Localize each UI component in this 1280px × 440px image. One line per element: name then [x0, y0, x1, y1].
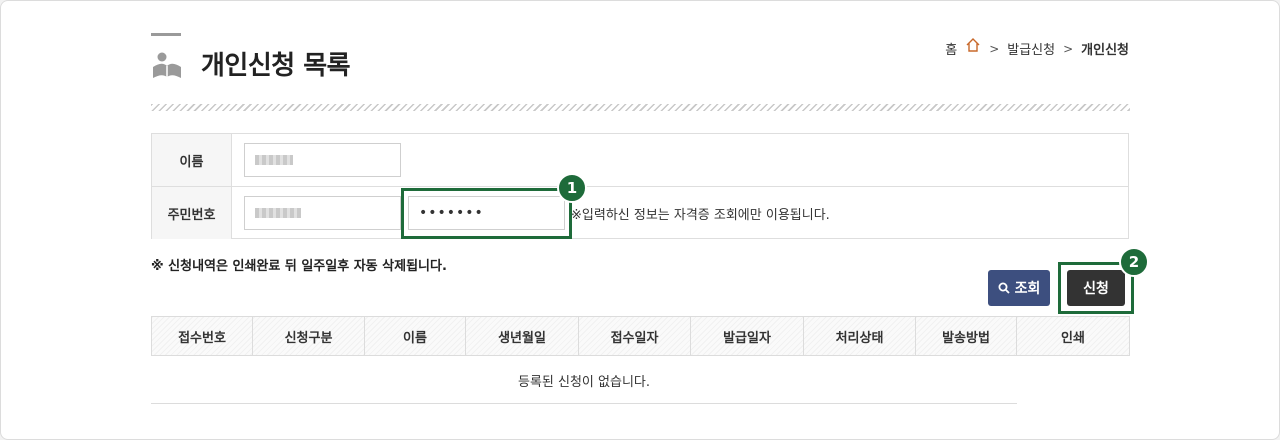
- breadcrumb: 홈 > 발급신청 > 개인신청: [945, 37, 1129, 58]
- reading-person-icon: [153, 52, 181, 78]
- home-icon[interactable]: [965, 37, 981, 53]
- column-header: 발송방법: [916, 317, 1017, 355]
- blurred-name-value: [255, 155, 293, 165]
- chevron-right-icon: >: [989, 41, 1000, 56]
- hatched-divider: [151, 104, 1130, 111]
- name-label: 이름: [152, 134, 232, 186]
- column-header: 접수일자: [579, 317, 691, 355]
- step2-badge: 2: [1119, 247, 1149, 277]
- column-header: 인쇄: [1061, 330, 1085, 346]
- column-header: 처리상태: [804, 317, 916, 355]
- search-icon: [998, 282, 1010, 294]
- search-button-label: 조회: [1014, 281, 1041, 297]
- name-input[interactable]: [244, 143, 401, 177]
- rrn-label: 주민번호: [152, 187, 232, 239]
- name-row: 이름: [152, 134, 1128, 187]
- search-button[interactable]: 조회: [988, 270, 1050, 306]
- auto-delete-notice: ※ 신청내역은 인쇄완료 뒤 일주일후 자동 삭제됩니다.: [151, 259, 447, 274]
- page-frame: 개인신청 목록 홈 > 발급신청 > 개인신청 이름 주민번호 ••••••• …: [0, 0, 1280, 440]
- rrn-privacy-notice: ※입력하신 정보는 자격증 조회에만 이용됩니다.: [571, 208, 830, 223]
- page-title: 개인신청 목록: [201, 51, 351, 81]
- breadcrumb-current: 개인신청: [1081, 43, 1129, 58]
- breadcrumb-home[interactable]: 홈: [945, 39, 957, 58]
- breadcrumb-parent[interactable]: 발급신청: [1007, 39, 1055, 58]
- title-accent-bar: [151, 33, 181, 36]
- column-header: 접수번호: [152, 317, 253, 355]
- applicant-form: 이름 주민번호 •••••••: [151, 133, 1129, 239]
- step1-highlight-box: [401, 188, 572, 239]
- column-header: 신청구분: [253, 317, 365, 355]
- step1-badge: 1: [557, 173, 587, 203]
- application-list-header: 접수번호 신청구분 이름 생년월일 접수일자 발급일자 처리상태 발송방법 인쇄: [151, 316, 1130, 356]
- rrn-front-input[interactable]: [244, 196, 401, 230]
- chevron-right-icon: >: [1063, 41, 1074, 56]
- empty-list-message: 등록된 신청이 없습니다.: [151, 357, 1017, 404]
- column-header: 이름: [365, 317, 466, 355]
- column-header: 생년월일: [466, 317, 579, 355]
- column-header: 발급일자: [691, 317, 804, 355]
- blurred-rrn-front-value: [255, 208, 301, 218]
